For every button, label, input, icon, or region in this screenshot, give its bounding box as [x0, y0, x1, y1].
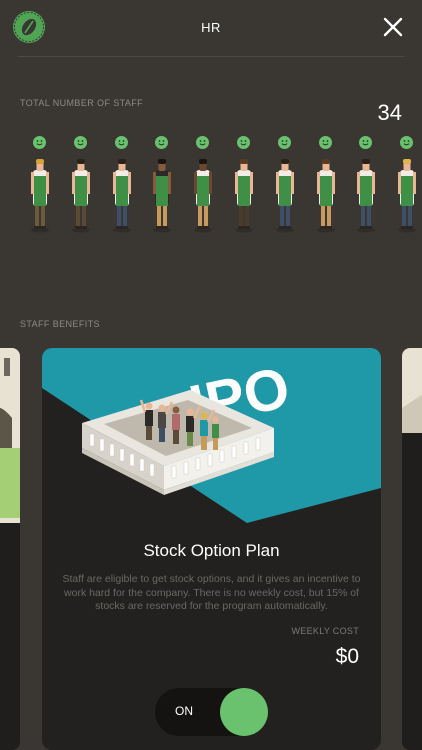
staff-row — [0, 134, 422, 234]
staff-member[interactable] — [270, 134, 300, 234]
toggle-label: ON — [175, 704, 193, 718]
benefit-description: Staff are eligible to get stock options,… — [62, 573, 361, 612]
ipo-illustration: IPO — [42, 348, 381, 523]
previous-benefit-card[interactable] — [0, 348, 20, 750]
staff-figure — [31, 159, 49, 233]
staff-figure — [112, 159, 131, 233]
smiley-icon — [155, 136, 169, 149]
staff-member[interactable] — [392, 134, 422, 234]
close-icon[interactable] — [382, 16, 404, 38]
weekly-cost-label: WEEKLY COST — [291, 626, 359, 636]
toggle-knob[interactable] — [220, 688, 268, 736]
weekly-cost-value: $0 — [335, 645, 359, 668]
smiley-icon — [359, 136, 373, 149]
benefit-card[interactable]: IPO Stock Option Plan Staff are eligible… — [42, 348, 381, 750]
staff-figure — [275, 159, 294, 233]
staff-figure — [71, 159, 90, 233]
staff-count: 34 — [377, 100, 402, 125]
staff-figure — [398, 159, 417, 233]
next-benefit-card[interactable] — [402, 348, 422, 750]
smiley-icon — [73, 136, 87, 149]
staff-figure — [235, 159, 253, 233]
smiley-icon — [318, 136, 332, 149]
header: HR — [0, 0, 422, 56]
header-divider — [18, 56, 404, 57]
staff-section-label: TOTAL NUMBER OF STAFF — [20, 98, 144, 108]
smiley-icon — [277, 136, 291, 149]
smiley-icon — [400, 136, 414, 149]
staff-member[interactable] — [311, 134, 341, 234]
staff-member[interactable] — [66, 134, 96, 234]
page-title: HR — [201, 20, 221, 35]
smiley-icon — [237, 136, 250, 149]
smiley-icon — [196, 136, 210, 149]
staff-member[interactable] — [147, 134, 177, 234]
staff-figure — [153, 159, 172, 233]
benefits-section-label: STAFF BENEFITS — [20, 319, 100, 329]
smiley-icon — [33, 136, 46, 149]
staff-member[interactable] — [229, 134, 259, 234]
staff-figure — [194, 159, 213, 233]
smiley-icon — [114, 136, 128, 149]
previous-card-art — [0, 348, 20, 523]
staff-member[interactable] — [188, 134, 218, 234]
staff-member[interactable] — [351, 134, 381, 234]
staff-figure — [357, 159, 376, 233]
staff-member[interactable] — [107, 134, 137, 234]
next-card-art — [402, 348, 422, 433]
benefit-toggle[interactable]: ON — [155, 688, 268, 736]
benefit-title: Stock Option Plan — [143, 541, 280, 560]
staff-figure — [316, 159, 335, 233]
benefits-carousel[interactable]: IPO Stock Option Plan Staff are eligible… — [0, 348, 422, 750]
staff-member[interactable] — [25, 134, 55, 234]
